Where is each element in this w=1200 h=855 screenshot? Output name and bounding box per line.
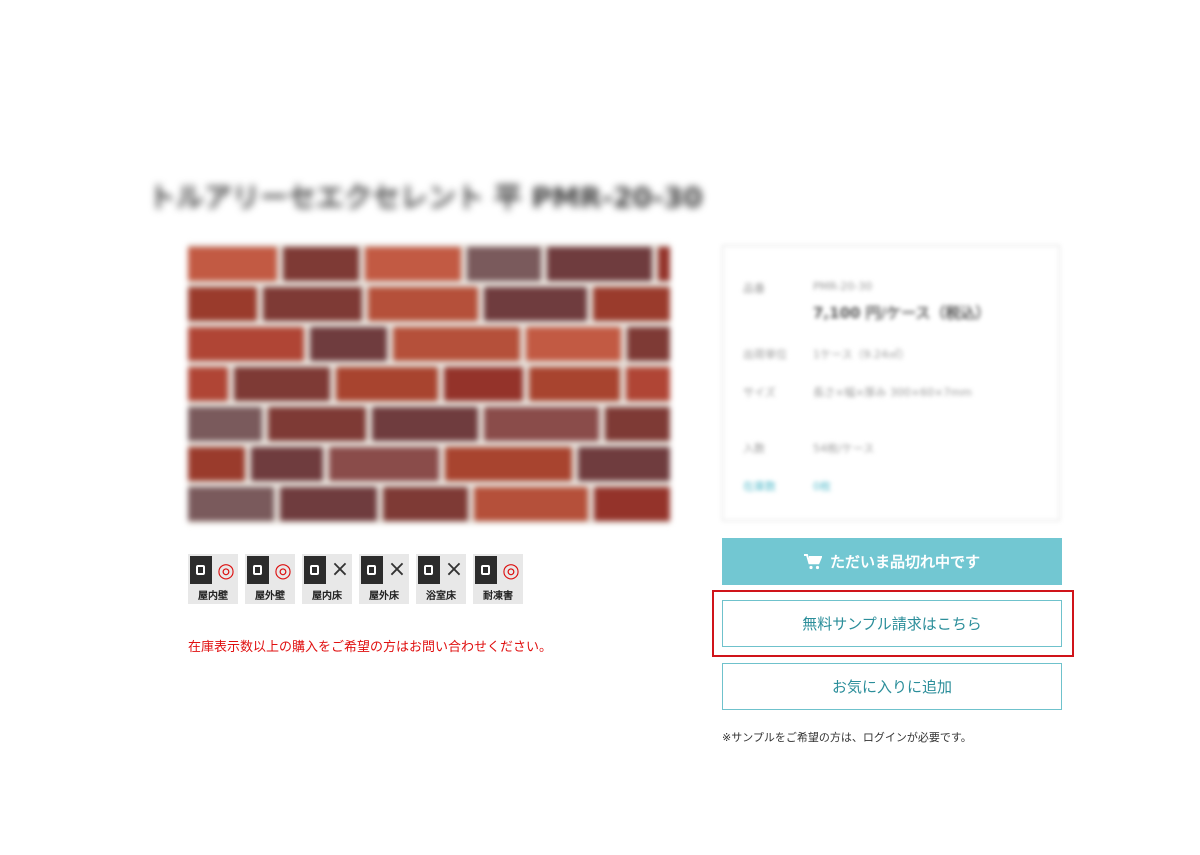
usage-frost-resistance: ◎ 耐凍害 <box>473 554 523 604</box>
brick <box>329 447 439 481</box>
info-key: 在庫数 <box>743 480 776 493</box>
brick <box>627 327 670 361</box>
brick <box>484 407 599 441</box>
brick <box>188 407 262 441</box>
brick <box>188 287 257 321</box>
sold-out-label: ただいま品切れ中です <box>829 553 980 571</box>
stock-notice: 在庫表示数以上の購入をご希望の方はお問い合わせください。 <box>188 640 553 655</box>
product-title: トルアリーセエクセレント 平 PMR-20-30 <box>148 181 703 214</box>
unsuitable-mark: × <box>387 557 407 582</box>
cart-icon <box>803 553 822 570</box>
free-sample-button[interactable]: 無料サンプル請求はこちら <box>722 600 1062 647</box>
brick <box>444 367 523 401</box>
login-required-note: ※サンプルをご希望の方は、ログインが必要です。 <box>722 731 972 744</box>
brick <box>336 367 438 401</box>
add-to-favorites-label: お気に入りに追加 <box>831 678 952 696</box>
product-price: 7,100 円/ケース（税込） <box>813 304 991 322</box>
suitable-mark: ◎ <box>274 558 292 582</box>
brick <box>658 247 670 281</box>
suitable-mark: ◎ <box>502 558 520 582</box>
suitable-mark: ◎ <box>217 558 235 582</box>
brick <box>263 287 362 321</box>
usage-outdoor-wall: ◎ 屋外壁 <box>245 554 295 604</box>
bathroom-floor-icon <box>418 556 440 584</box>
brick <box>578 447 670 481</box>
usage-indoor-wall: ◎ 屋内壁 <box>188 554 238 604</box>
usage-label: 屋外床 <box>369 591 399 602</box>
usage-label: 屋内床 <box>312 591 342 602</box>
brick <box>467 247 541 281</box>
info-value: PMR-20-30 <box>813 280 873 293</box>
unsuitable-mark: × <box>330 557 350 582</box>
usage-bathroom-floor: × 浴室床 <box>416 554 466 604</box>
brick <box>268 407 366 441</box>
info-value: 54枚/ケース <box>813 442 875 455</box>
brick <box>393 327 520 361</box>
snowflake-icon <box>475 556 497 584</box>
indoor-floor-icon <box>304 556 326 584</box>
brick <box>188 487 274 521</box>
info-value: 長さ×幅×厚み 300×60×7mm <box>813 386 972 399</box>
brick <box>251 447 323 481</box>
usage-icons: ◎ 屋内壁 ◎ 屋外壁 × 屋内床 × 屋外床 × 浴室床 ◎ 耐凍害 <box>188 554 523 604</box>
info-value: 1ケース（9.24㎡） <box>813 348 910 361</box>
brick <box>188 367 228 401</box>
outdoor-wall-icon <box>247 556 269 584</box>
brick <box>626 367 670 401</box>
info-key: 入数 <box>743 442 765 455</box>
brick <box>280 487 377 521</box>
free-sample-label: 無料サンプル請求はこちら <box>802 615 982 633</box>
usage-label: 屋内壁 <box>198 591 228 602</box>
product-info-box: 品番 PMR-20-30 7,100 円/ケース（税込） 出荷単位 1ケース（9… <box>722 245 1060 521</box>
sold-out-button[interactable]: ただいま品切れ中です <box>722 538 1062 585</box>
indoor-wall-icon <box>190 556 212 584</box>
brick <box>445 447 572 481</box>
info-value: 0枚 <box>813 480 831 493</box>
brick <box>526 327 621 361</box>
brick <box>365 247 461 281</box>
brick <box>529 367 620 401</box>
brick <box>234 367 330 401</box>
brick <box>310 327 387 361</box>
usage-outdoor-floor: × 屋外床 <box>359 554 409 604</box>
usage-label: 耐凍害 <box>483 591 513 602</box>
brick <box>593 287 670 321</box>
brick <box>188 327 304 361</box>
usage-indoor-floor: × 屋内床 <box>302 554 352 604</box>
brick <box>484 287 587 321</box>
info-key: 品番 <box>743 282 765 295</box>
brick <box>547 247 652 281</box>
brick <box>188 447 245 481</box>
brick <box>188 247 277 281</box>
usage-label: 浴室床 <box>426 591 456 602</box>
outdoor-floor-icon <box>361 556 383 584</box>
product-image <box>188 244 670 524</box>
brick <box>283 247 359 281</box>
brick <box>368 287 478 321</box>
usage-label: 屋外壁 <box>255 591 285 602</box>
brick <box>372 407 478 441</box>
brick <box>383 487 468 521</box>
brick <box>474 487 588 521</box>
add-to-favorites-button[interactable]: お気に入りに追加 <box>722 663 1062 710</box>
brick <box>605 407 670 441</box>
info-key: サイズ <box>743 386 776 399</box>
unsuitable-mark: × <box>444 557 464 582</box>
brick <box>594 487 670 521</box>
info-key: 出荷単位 <box>743 348 787 361</box>
